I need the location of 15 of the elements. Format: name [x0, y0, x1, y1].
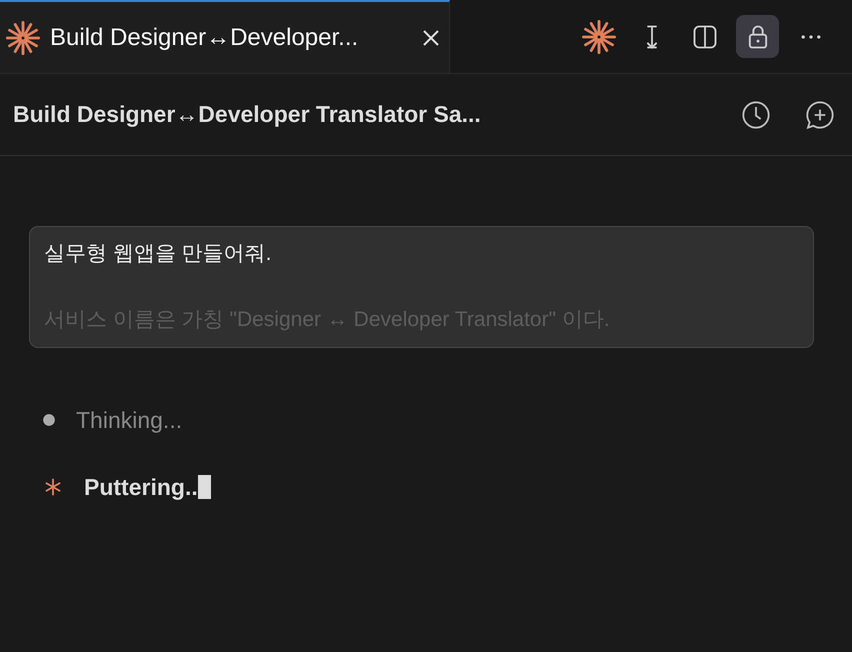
message-text: 실무형 웹앱을 만들어줘.: [44, 241, 273, 267]
clock-icon: [740, 98, 772, 130]
dot-icon: [42, 413, 56, 427]
chat-plus-icon: [804, 98, 836, 130]
chat-title: Build Designer↔Developer Translator Sa...: [13, 101, 482, 128]
status-text: Puttering..: [84, 474, 198, 500]
sparkle-icon: [582, 20, 616, 54]
tab-title: Build Designer↔Developer...: [50, 24, 360, 52]
status-text: Thinking...: [76, 406, 182, 434]
text-cursor: [198, 475, 211, 499]
split-view-icon: [690, 22, 718, 50]
more-icon: [800, 34, 820, 38]
sparkle-icon: [6, 20, 40, 54]
lock-button[interactable]: [736, 15, 779, 58]
editor-tab[interactable]: Build Designer↔Developer...: [0, 0, 450, 73]
